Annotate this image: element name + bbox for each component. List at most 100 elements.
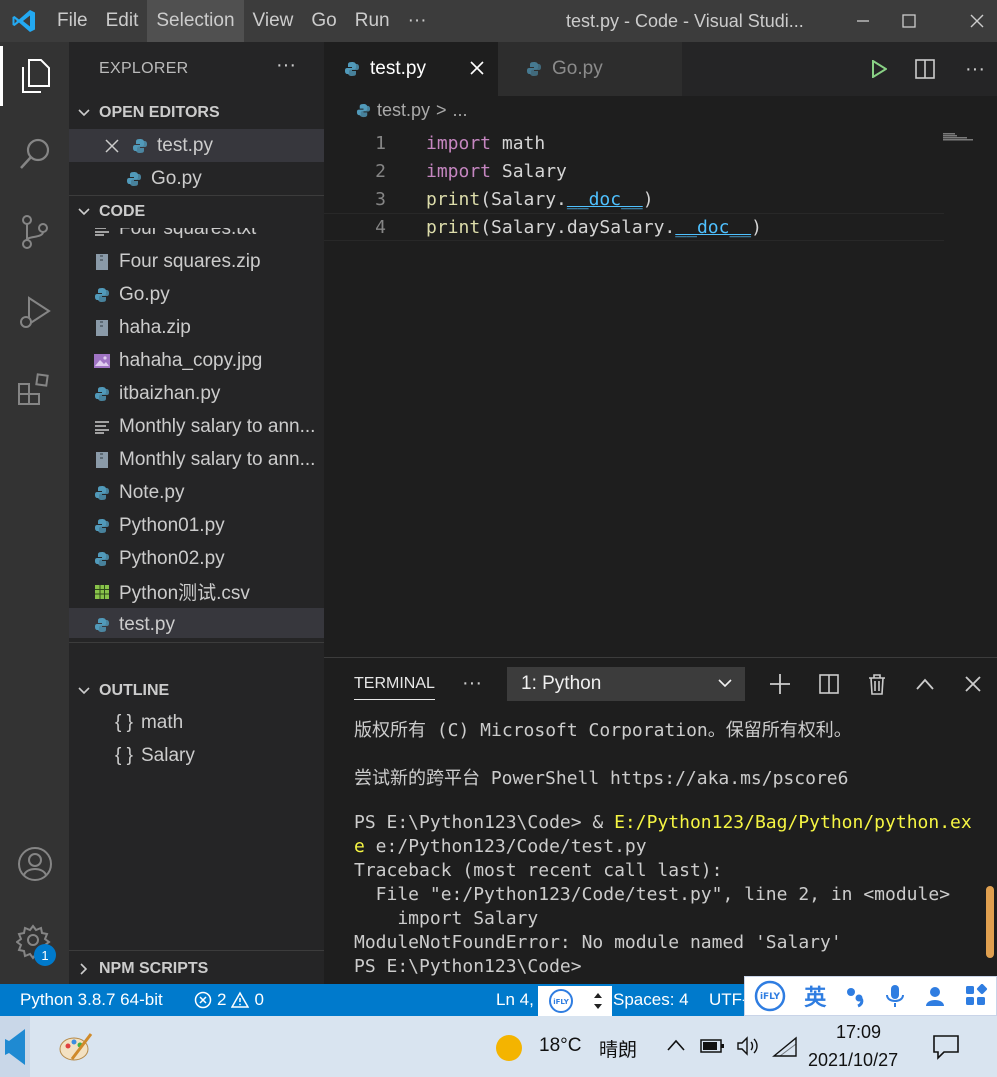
problems-status[interactable]: 2 0 bbox=[194, 984, 264, 1016]
battery-icon[interactable] bbox=[700, 1038, 726, 1059]
new-terminal-plus-icon[interactable] bbox=[765, 669, 795, 699]
code-token: (Salary.daySalary. bbox=[480, 216, 676, 238]
notification-center-icon[interactable] bbox=[932, 1034, 960, 1065]
indentation-status[interactable]: Spaces: 4 bbox=[613, 984, 689, 1016]
code-line[interactable]: 3 print(Salary.__doc__) bbox=[324, 185, 944, 213]
settings-gear-icon[interactable]: 1 bbox=[0, 912, 69, 972]
file-item[interactable]: Python测试.csv bbox=[69, 575, 324, 608]
outline-item-salary[interactable]: { } Salary bbox=[69, 739, 324, 772]
terminal-line: Traceback (most recent call last): bbox=[354, 860, 722, 881]
open-editor-item-test[interactable]: test.py bbox=[69, 129, 324, 162]
close-window-button[interactable] bbox=[954, 0, 997, 42]
terminal-shell-select[interactable]: 1: Python bbox=[507, 667, 745, 701]
extensions-icon[interactable] bbox=[0, 360, 69, 420]
file-item[interactable]: Monthly salary to ann... bbox=[69, 443, 324, 476]
split-terminal-icon[interactable] bbox=[814, 669, 844, 699]
menu-go[interactable]: Go bbox=[302, 0, 345, 42]
breadcrumb-file[interactable]: test.py bbox=[377, 100, 430, 121]
minimize-button[interactable] bbox=[840, 0, 886, 42]
encoding-status[interactable]: UTF- bbox=[709, 984, 748, 1016]
outline-section-header[interactable]: OUTLINE bbox=[69, 674, 324, 707]
weather-condition[interactable]: 晴朗 bbox=[599, 1035, 637, 1062]
file-item[interactable]: hahaha_copy.jpg bbox=[69, 344, 324, 377]
terminal-text: Traceback (most recent call last): bbox=[354, 860, 723, 881]
menu-selection[interactable]: Selection bbox=[147, 0, 244, 42]
panel-more-button[interactable]: ··· bbox=[462, 672, 482, 695]
tab-go-py[interactable]: Go.py bbox=[498, 42, 682, 96]
menu-more[interactable]: ··· bbox=[399, 0, 436, 42]
file-item[interactable]: Python01.py bbox=[69, 509, 324, 542]
ifly-language-toggle[interactable]: 英 bbox=[804, 980, 826, 1012]
run-debug-icon[interactable] bbox=[0, 282, 69, 342]
apps-grid-icon[interactable] bbox=[964, 984, 988, 1008]
file-item[interactable]: Go.py bbox=[69, 278, 324, 311]
trash-kill-terminal-icon[interactable] bbox=[862, 669, 892, 699]
menu-edit[interactable]: Edit bbox=[97, 0, 148, 42]
editor-more-actions-button[interactable]: ··· bbox=[960, 42, 990, 96]
file-item[interactable]: Four squares.zip bbox=[69, 245, 324, 278]
open-editors-section-header[interactable]: OPEN EDITORS bbox=[69, 96, 324, 129]
close-tab-icon[interactable] bbox=[470, 61, 484, 75]
explorer-more-button[interactable]: ··· bbox=[276, 54, 296, 77]
code-folder-section-header[interactable]: CODE bbox=[69, 195, 324, 228]
clock-date[interactable]: 2021/10/27 bbox=[808, 1050, 898, 1071]
editor-tab-bar: test.py Go.py ··· bbox=[324, 42, 997, 96]
volume-speaker-icon[interactable] bbox=[736, 1036, 762, 1061]
ifly-punctuation-icon[interactable] bbox=[843, 984, 867, 1008]
microphone-icon[interactable] bbox=[884, 983, 906, 1009]
outline-item-math[interactable]: { } math bbox=[69, 706, 324, 739]
taskbar-vscode-icon[interactable] bbox=[0, 1016, 30, 1077]
menu-file[interactable]: File bbox=[48, 0, 97, 42]
breadcrumb-symbols[interactable]: ... bbox=[453, 100, 468, 121]
minimap[interactable] bbox=[943, 128, 973, 141]
close-panel-icon[interactable] bbox=[958, 669, 988, 699]
tab-test-py[interactable]: test.py bbox=[324, 42, 498, 96]
sun-weather-icon[interactable] bbox=[494, 1033, 524, 1068]
taskbar-paint-icon[interactable] bbox=[48, 1016, 104, 1077]
terminal-text: e bbox=[354, 836, 365, 857]
file-item[interactable]: Four squares.txt bbox=[69, 228, 324, 245]
user-profile-icon[interactable] bbox=[923, 984, 947, 1008]
code-line[interactable]: 1 import math bbox=[324, 129, 944, 157]
file-item[interactable]: itbaizhan.py bbox=[69, 377, 324, 410]
terminal-scrollbar[interactable] bbox=[986, 886, 994, 958]
clock-time[interactable]: 17:09 bbox=[836, 1022, 881, 1043]
explorer-files-icon[interactable] bbox=[0, 46, 69, 106]
ifly-logo-icon[interactable]: iFLY bbox=[753, 979, 787, 1013]
file-item-label: Python01.py bbox=[119, 514, 225, 536]
source-control-icon[interactable] bbox=[0, 202, 69, 262]
python-file-icon bbox=[344, 61, 360, 77]
ifly-mini-toolbar[interactable]: iFLY bbox=[538, 986, 612, 1016]
code-token: import bbox=[426, 160, 492, 182]
code-line[interactable]: 2 import Salary bbox=[324, 157, 944, 185]
weather-temperature[interactable]: 18°C bbox=[539, 1035, 581, 1057]
npm-scripts-section-header[interactable]: NPM SCRIPTS bbox=[69, 952, 324, 985]
menu-view[interactable]: View bbox=[244, 0, 303, 42]
close-editor-icon[interactable] bbox=[101, 138, 123, 153]
zip-file-icon bbox=[91, 253, 113, 271]
explorer-sidebar: EXPLORER ··· OPEN EDITORS test.py Go.py … bbox=[69, 42, 324, 984]
ifly-logo-icon: iFLY bbox=[549, 989, 573, 1013]
code-line[interactable]: 4 print(Salary.daySalary.__doc__) bbox=[324, 213, 944, 241]
file-item[interactable]: Note.py bbox=[69, 476, 324, 509]
network-wifi-icon[interactable] bbox=[772, 1036, 798, 1063]
maximize-button[interactable] bbox=[886, 0, 932, 42]
file-item[interactable]: test.py bbox=[69, 608, 324, 638]
maximize-panel-chevron-up-icon[interactable] bbox=[910, 669, 940, 699]
account-icon[interactable] bbox=[0, 834, 69, 894]
cursor-position-status[interactable]: Ln 4, bbox=[496, 984, 534, 1016]
split-editor-button[interactable] bbox=[910, 42, 940, 96]
file-item[interactable]: haha.zip bbox=[69, 311, 324, 344]
python-interpreter-status[interactable]: Python 3.8.7 64-bit bbox=[20, 984, 163, 1016]
open-editor-item-go[interactable]: Go.py bbox=[69, 162, 324, 195]
search-icon[interactable] bbox=[0, 124, 69, 184]
file-item[interactable]: Python02.py bbox=[69, 542, 324, 575]
menu-run[interactable]: Run bbox=[346, 0, 399, 42]
module-symbol-icon: { } bbox=[115, 744, 133, 766]
file-item-label: Four squares.txt bbox=[119, 228, 257, 239]
run-python-file-button[interactable] bbox=[864, 42, 894, 96]
file-item[interactable]: Monthly salary to ann... bbox=[69, 410, 324, 443]
terminal-line: 尝试新的跨平台 PowerShell https://aka.ms/pscore… bbox=[354, 764, 848, 790]
tray-show-hidden-chevron-icon[interactable] bbox=[666, 1038, 686, 1057]
tab-terminal[interactable]: TERMINAL bbox=[354, 675, 435, 700]
